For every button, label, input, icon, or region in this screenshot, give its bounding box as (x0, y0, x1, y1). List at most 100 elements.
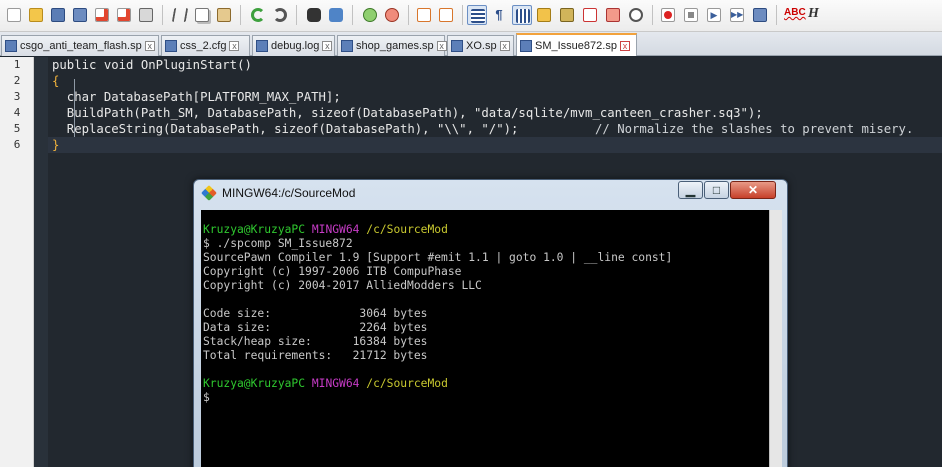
print-icon[interactable] (136, 5, 156, 25)
file-icon (5, 40, 17, 52)
code-line: ReplaceString(DatabasePath, sizeof(Datab… (52, 122, 519, 136)
new-file-icon[interactable] (4, 5, 24, 25)
output-line: Data size: 2264 bytes (203, 321, 428, 334)
minimize-button[interactable]: ▁ (678, 181, 703, 199)
toolbar: ¶ ▶ ▶▶ ABC H (0, 0, 942, 32)
find-icon[interactable] (304, 5, 324, 25)
prompt-user: Kruzya@KruzyaPC (203, 223, 306, 236)
open-folder-icon[interactable] (26, 5, 46, 25)
spell-check-icon[interactable]: ABC (784, 7, 806, 18)
save-all-icon[interactable] (70, 5, 90, 25)
line-number: 2 (13, 74, 21, 87)
undo-icon[interactable] (248, 5, 268, 25)
zoom-in-icon[interactable] (360, 5, 380, 25)
line-number-gutter: 1 2 3 4 5 6 (0, 57, 34, 467)
tab-debug-log[interactable]: debug.log x (252, 35, 335, 56)
folder-workspace-icon[interactable] (603, 5, 623, 25)
record-macro-icon[interactable] (658, 5, 678, 25)
tab-label: css_2.cfg (180, 40, 227, 52)
terminal-window[interactable]: MINGW64:/c/SourceMod ▁ □ ✕ Kruzya@Kruzya… (193, 179, 788, 467)
paste-icon[interactable] (214, 5, 234, 25)
doc-map-icon[interactable] (557, 5, 577, 25)
zoom-out-icon[interactable] (382, 5, 402, 25)
file-icon (520, 39, 532, 52)
close-icon: ✕ (747, 183, 759, 197)
output-line: Copyright (c) 1997-2006 ITB CompuPhase (203, 265, 462, 278)
tab-csgo-anti-team-flash[interactable]: csgo_anti_team_flash.sp x (1, 35, 159, 56)
close-icon[interactable] (92, 5, 112, 25)
function-list-icon[interactable] (580, 5, 600, 25)
terminal-title: MINGW64:/c/SourceMod (222, 186, 356, 200)
prompt-path: /c/SourceMod (366, 377, 448, 390)
prompt-line: Kruzya@KruzyaPC MINGW64 /c/SourceMod (203, 223, 448, 237)
prompt-env: MINGW64 (311, 223, 360, 236)
cursor-line: $ (203, 391, 210, 404)
tab-close-icon[interactable]: x (322, 41, 333, 51)
maximize-button[interactable]: □ (704, 181, 729, 199)
tab-close-icon[interactable]: x (144, 41, 155, 51)
redo-icon[interactable] (270, 5, 290, 25)
sync-horizontal-icon[interactable] (436, 5, 456, 25)
line-number: 1 (13, 58, 21, 71)
show-all-chars-icon[interactable]: ¶ (489, 5, 509, 25)
tab-sm-issue872[interactable]: SM_Issue872.sp x (516, 33, 637, 56)
copy-icon[interactable] (192, 5, 212, 25)
close-all-icon[interactable] (114, 5, 134, 25)
run-macro-multiple-icon[interactable]: ▶▶ (727, 5, 747, 25)
tab-label: SM_Issue872.sp (535, 39, 617, 52)
output-line: Total requirements: 21712 bytes (203, 349, 428, 362)
terminal-scrollbar[interactable] (769, 210, 782, 467)
save-macro-icon[interactable] (750, 5, 770, 25)
terminal-output[interactable]: Kruzya@KruzyaPC MINGW64 /c/SourceMod $ .… (201, 210, 769, 467)
close-button[interactable]: ✕ (730, 181, 776, 199)
hex-icon[interactable]: H (808, 6, 819, 22)
play-macro-icon[interactable]: ▶ (704, 5, 724, 25)
current-line-highlight (48, 137, 942, 153)
tab-css-2-cfg[interactable]: css_2.cfg x (161, 35, 250, 56)
code-line: char DatabasePath[PLATFORM_MAX_PATH]; (52, 90, 341, 104)
line-number: 6 (13, 138, 21, 151)
file-icon (165, 40, 177, 52)
stop-macro-icon[interactable] (681, 5, 701, 25)
prompt-line: Kruzya@KruzyaPC MINGW64 /c/SourceMod (203, 377, 448, 391)
prompt-user: Kruzya@KruzyaPC (203, 377, 306, 390)
tab-close-icon[interactable]: x (436, 41, 447, 51)
command-line: $ ./spcomp SM_Issue872 (203, 237, 353, 250)
tab-bar: csgo_anti_team_flash.sp x css_2.cfg x de… (0, 32, 942, 56)
tab-close-icon[interactable]: x (619, 40, 630, 51)
word-wrap-icon[interactable] (467, 5, 487, 25)
output-line: Code size: 3064 bytes (203, 307, 428, 320)
indent-guide-icon[interactable] (512, 5, 532, 25)
output-line: SourcePawn Compiler 1.9 [Support #emit 1… (203, 251, 673, 264)
git-bash-icon (201, 185, 217, 201)
replace-icon[interactable] (326, 5, 346, 25)
tab-shop-games[interactable]: shop_games.sp x (337, 35, 447, 56)
prompt-path: /c/SourceMod (366, 223, 448, 236)
file-icon (451, 40, 463, 52)
save-icon[interactable] (48, 5, 68, 25)
tab-label: debug.log (271, 40, 320, 52)
monitoring-icon[interactable] (626, 5, 646, 25)
sync-vertical-icon[interactable] (414, 5, 434, 25)
fold-margin[interactable] (34, 57, 75, 467)
code-line: BuildPath(Path_SM, DatabasePath, sizeof(… (52, 106, 763, 120)
cut-icon[interactable] (170, 5, 190, 25)
code-comment: // Normalize the slashes to prevent mise… (595, 122, 914, 136)
code-line: { (52, 74, 60, 88)
tab-label: XO.sp (466, 40, 497, 52)
minimize-icon: ▁ (685, 183, 696, 197)
prompt-env: MINGW64 (311, 377, 360, 390)
output-line: Stack/heap size: 16384 bytes (203, 335, 428, 348)
file-icon (341, 40, 353, 52)
tab-label: shop_games.sp (356, 40, 434, 52)
tab-label: csgo_anti_team_flash.sp (20, 40, 142, 52)
file-icon (256, 40, 268, 52)
line-number: 4 (13, 106, 21, 119)
tab-close-icon[interactable]: x (229, 41, 240, 51)
tab-xo[interactable]: XO.sp x (447, 35, 514, 56)
maximize-icon: □ (712, 183, 721, 197)
tab-close-icon[interactable]: x (499, 41, 510, 51)
code-line: public void OnPluginStart() (52, 58, 252, 72)
user-language-icon[interactable] (534, 5, 554, 25)
line-number: 5 (13, 122, 21, 135)
